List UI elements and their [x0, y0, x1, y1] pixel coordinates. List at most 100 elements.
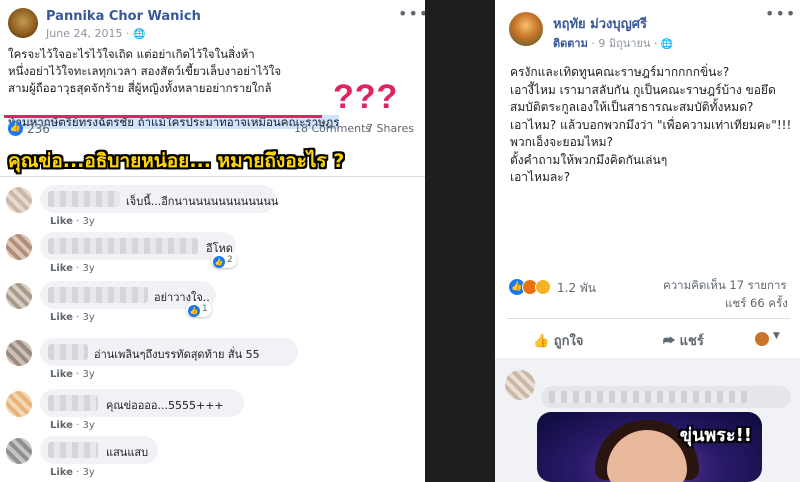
- share-arrow-icon: ⮫: [663, 334, 676, 349]
- comment-actions: Like · 3y: [50, 420, 95, 431]
- right-facebook-post: หฤทัย ม่วงบุญศรี ติดตาม · 9 มิถุนายน · 🌐…: [495, 0, 800, 482]
- haha-icon: [535, 279, 551, 295]
- commenter-avatar[interactable]: [6, 234, 32, 260]
- comment-time[interactable]: 3y: [83, 216, 95, 227]
- blurred-name: [48, 191, 120, 207]
- comment-actions: Like · 3y: [50, 467, 95, 478]
- comment-like-link[interactable]: Like: [50, 420, 73, 431]
- meme-image[interactable]: ขุ่นพระ!!: [537, 412, 762, 482]
- comment-text: คุณข่ออออ...5555+++: [106, 399, 224, 412]
- comment-reactions[interactable]: 👍 2: [211, 252, 237, 268]
- commenter-avatar[interactable]: [6, 283, 32, 309]
- left-facebook-post: Pannika Chor Wanich June 24, 2015 · 🌐 ••…: [0, 0, 425, 482]
- blurred-name: [48, 442, 98, 458]
- comment-reaction-count: 2: [227, 255, 233, 265]
- post-date[interactable]: · 9 มิถุนายน ·: [591, 37, 657, 50]
- comment-actions: Like · 3y: [50, 216, 95, 227]
- author-avatar[interactable]: [509, 12, 543, 46]
- globe-icon: 🌐: [132, 29, 146, 40]
- commenter-avatar[interactable]: [505, 370, 535, 400]
- comment-time[interactable]: 3y: [83, 312, 95, 323]
- reaction-icons[interactable]: 👍: [509, 279, 557, 295]
- reaction-count[interactable]: 1.2 พัน: [557, 279, 596, 298]
- comment-item: แสนแสบ Like · 3y: [6, 436, 416, 480]
- reaction-count[interactable]: 236: [27, 122, 50, 136]
- divider: [507, 318, 790, 319]
- post-date[interactable]: June 24, 2015 · 🌐: [46, 27, 145, 40]
- like-label: ถูกใจ: [553, 334, 584, 349]
- blurred-name: [549, 391, 749, 403]
- gap-divider: [425, 0, 495, 482]
- comment-bubble: [541, 386, 791, 408]
- more-options-icon[interactable]: •••: [398, 4, 425, 23]
- comment-reaction-count: 1: [202, 304, 208, 314]
- shares-count[interactable]: แชร์ 66 ครั้ง: [725, 295, 788, 313]
- post-line-1: ใครจะไว้ใจอะไรไว้ใจเถิด แต่อย่าเกิดไว้ใจ…: [8, 47, 255, 61]
- red-underline: [4, 115, 322, 118]
- comment-actions: Like · 3y: [50, 312, 95, 323]
- profile-thumbnail-icon: [755, 332, 769, 346]
- share-button[interactable]: ⮫ แชร์: [663, 330, 704, 351]
- globe-icon: 🌐: [660, 39, 674, 50]
- blurred-name: [48, 287, 148, 303]
- comment-item: อ่านเพลินๆถึงบรรทัดสุดท้าย สั่น 55 Like …: [6, 338, 416, 382]
- screenshot-collage: Pannika Chor Wanich June 24, 2015 · 🌐 ••…: [0, 0, 800, 482]
- comments-count[interactable]: 18 Comments: [294, 122, 371, 135]
- comment-text: อ่านเพลินๆถึงบรรทัดสุดท้าย สั่น 55: [94, 348, 260, 361]
- blurred-name: [48, 395, 98, 411]
- post-line-highlighted: ห้ามหากษัตริย์ทรงฉัตรชัย ถ้าแม้ใครประมาท…: [8, 97, 340, 131]
- meme-text: ขุ่นพระ!!: [679, 425, 752, 446]
- question-marks: ???: [333, 78, 399, 116]
- post-date-text[interactable]: June 24, 2015 ·: [46, 27, 129, 40]
- comment-reactions[interactable]: 👍 1: [186, 301, 212, 317]
- comment-time[interactable]: 3y: [83, 467, 95, 478]
- commenter-avatar[interactable]: [6, 391, 32, 417]
- comment-like-link[interactable]: Like: [50, 369, 73, 380]
- comment-like-link[interactable]: Like: [50, 312, 73, 323]
- comment-time[interactable]: 3y: [83, 369, 95, 380]
- comment-text: เจ็บนี้...อีกนานนนนนนนนนนนน: [126, 195, 279, 208]
- like-icon: 👍: [188, 305, 200, 317]
- post-text: ครงักและเทิดทูนคณะราษฎร์มากกกกขิ่นะ? เอา…: [510, 65, 792, 184]
- comment-bubble: อ่านเพลินๆถึงบรรทัดสุดท้าย สั่น 55: [40, 338, 298, 366]
- comment-item: อีโหด 👍 2 Like · 3y: [6, 232, 416, 276]
- comment-like-link[interactable]: Like: [50, 467, 73, 478]
- post-line-2: หนึ่งอย่าไว้ใจทะเลทุกเวลา สองสัตว์เขี้ยว…: [8, 64, 282, 78]
- commenter-avatar[interactable]: [6, 340, 32, 366]
- comment-bubble: เจ็บนี้...อีกนานนนนนนนนนนนน: [40, 185, 279, 213]
- more-options-icon[interactable]: •••: [765, 4, 796, 23]
- divider: [0, 176, 425, 177]
- comment-time[interactable]: 3y: [83, 263, 95, 274]
- comment-item: คุณข่ออออ...5555+++ Like · 3y: [6, 389, 416, 433]
- like-icon: 👍: [213, 256, 225, 268]
- shares-count[interactable]: 7 Shares: [366, 122, 414, 135]
- chevron-down-icon: ▼: [773, 331, 780, 341]
- comment-bubble: อีโหด: [40, 232, 236, 260]
- commenter-avatar[interactable]: [6, 438, 32, 464]
- post-meta: ติดตาม · 9 มิถุนายน · 🌐: [553, 34, 673, 52]
- comment-bubble: คุณข่ออออ...5555+++: [40, 389, 244, 417]
- share-label: แชร์: [679, 334, 704, 349]
- comments-count[interactable]: ความคิดเห็น 17 รายการ: [663, 277, 787, 295]
- author-name[interactable]: หฤทัย ม่วงบุญศรี: [553, 13, 647, 34]
- thumbs-up-icon: 👍: [533, 334, 550, 349]
- post-line-3: สามผู้ถืออาวุธสุดจักร้าย สี่ผู้หญิงทั้งห…: [8, 81, 272, 95]
- audience-selector[interactable]: ▼: [755, 331, 791, 348]
- follow-link[interactable]: ติดตาม: [553, 37, 588, 50]
- comment-actions: Like · 3y: [50, 369, 95, 380]
- author-avatar[interactable]: [8, 8, 38, 38]
- blurred-name: [48, 344, 88, 360]
- like-button[interactable]: 👍 ถูกใจ: [533, 330, 583, 351]
- comment-item: อย่าวางใจ.. 👍 1 Like · 3y: [6, 281, 416, 325]
- comment-item: เจ็บนี้...อีกนานนนนนนนนนนนน Like · 3y: [6, 185, 416, 229]
- like-reaction-icon[interactable]: 👍: [8, 121, 23, 136]
- author-name[interactable]: Pannika Chor Wanich: [46, 9, 201, 24]
- comment-like-link[interactable]: Like: [50, 263, 73, 274]
- meme-caption: คุณข่อ...อธิบายหน่อย... หมายถึงอะไร ?: [8, 150, 345, 172]
- blurred-name: [48, 238, 198, 254]
- comment-time[interactable]: 3y: [83, 420, 95, 431]
- commenter-avatar[interactable]: [6, 187, 32, 213]
- comment-bubble: แสนแสบ: [40, 436, 158, 464]
- comment-like-link[interactable]: Like: [50, 216, 73, 227]
- comment-actions: Like · 3y: [50, 263, 95, 274]
